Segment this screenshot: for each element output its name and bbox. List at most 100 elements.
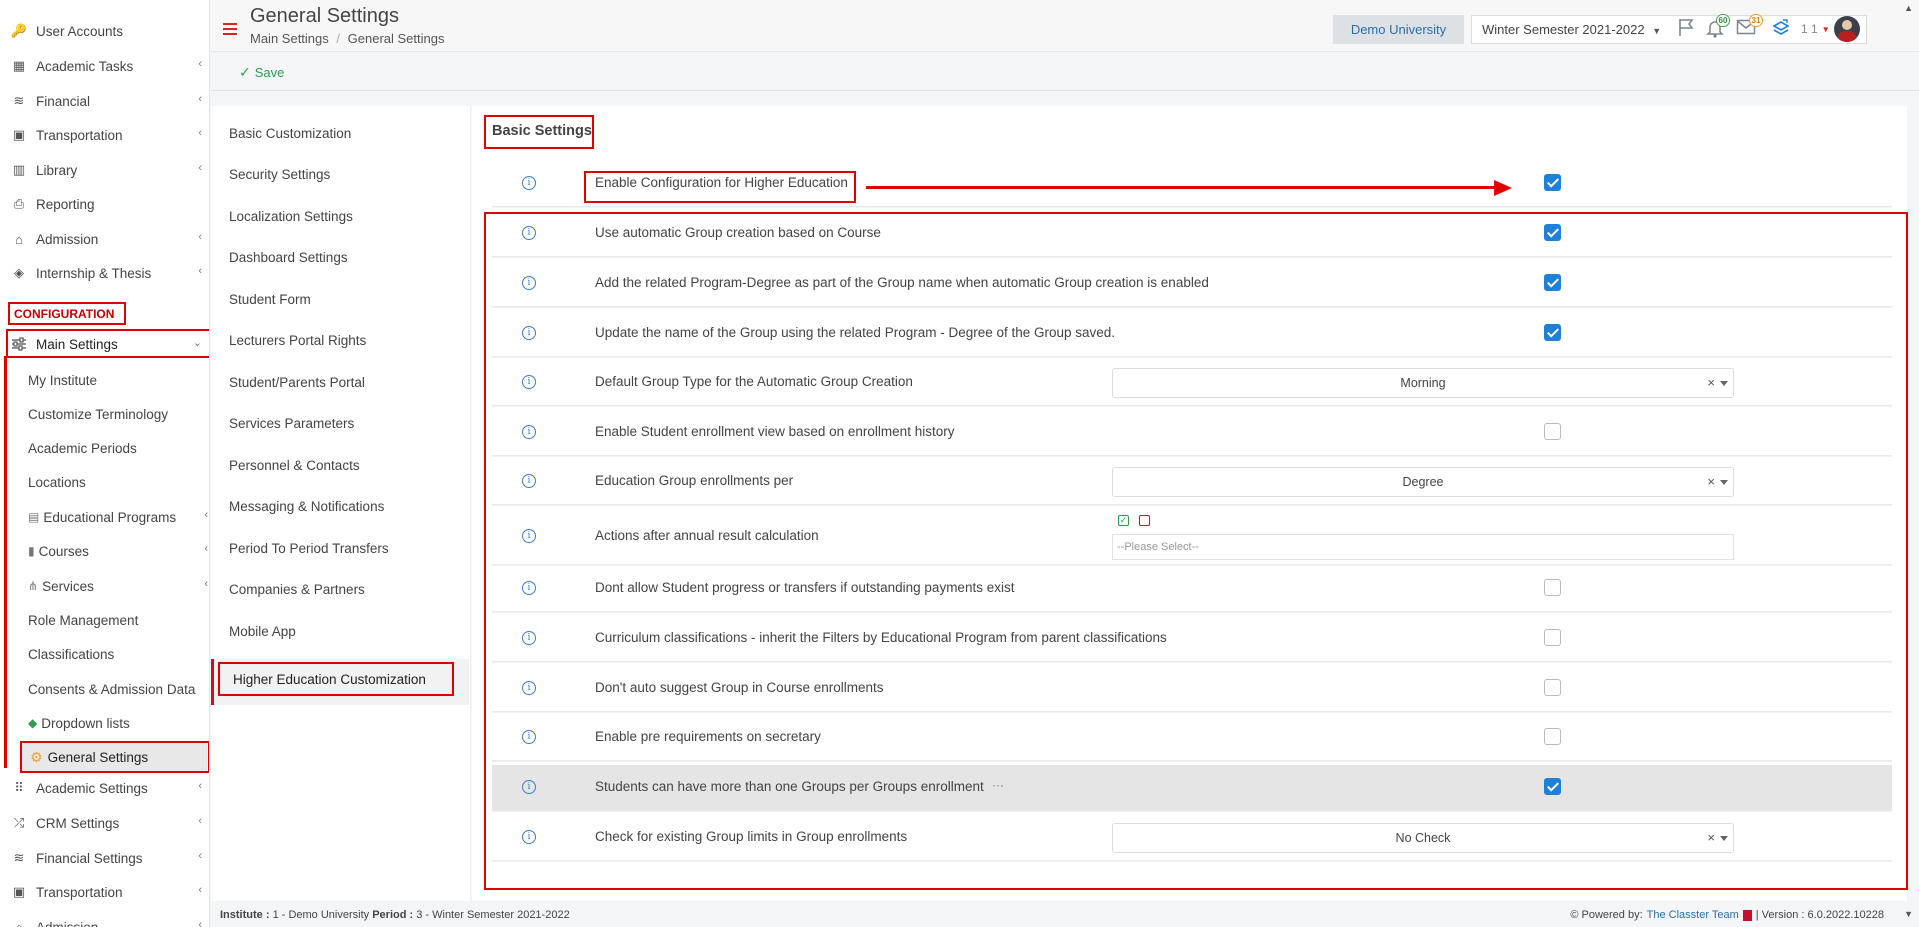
info-icon[interactable]: i: [522, 375, 536, 389]
setting-checkbox[interactable]: [1544, 224, 1561, 241]
sidebar-item-user-accounts[interactable]: 🔑 User Accounts: [0, 14, 209, 48]
settings-nav-item-student-form[interactable]: Student Form: [229, 292, 311, 307]
sidebar-subitem-academic-periods[interactable]: Academic Periods: [28, 431, 208, 465]
footer-powered-by: Powered by:: [1581, 909, 1643, 921]
setting-checkbox[interactable]: [1544, 629, 1561, 646]
info-icon[interactable]: i: [522, 276, 536, 290]
annotation-arrow-head: [1494, 180, 1512, 196]
save-button[interactable]: ✓ Save: [239, 64, 284, 81]
multiselect-input[interactable]: --Please Select--: [1112, 534, 1734, 560]
setting-row: i Dont allow Student progress or transfer…: [492, 566, 1892, 612]
settings-nav-item-companies-partners[interactable]: Companies & Partners: [229, 582, 365, 597]
sidebar-item-transportation[interactable]: ▣ Transportation ‹: [0, 875, 209, 909]
sidebar-subitem-customize-terminology[interactable]: Customize Terminology: [28, 397, 208, 431]
info-icon[interactable]: i: [522, 176, 536, 190]
caret-down-icon: ▼: [1652, 26, 1662, 36]
setting-checkbox[interactable]: [1544, 579, 1561, 596]
sidebar-item-academic-tasks[interactable]: ▦ Academic Tasks ‹: [0, 49, 209, 83]
setting-select[interactable]: Morning ×: [1112, 368, 1734, 398]
settings-nav-item-student-parents-portal[interactable]: Student/Parents Portal: [229, 375, 365, 390]
sidebar-subitem-educational-programs[interactable]: ▤ Educational Programs ‹: [28, 500, 208, 534]
scroll-up-arrow[interactable]: ▲: [1904, 3, 1913, 13]
scroll-down-arrow[interactable]: ▼: [1904, 909, 1913, 919]
info-icon[interactable]: i: [522, 581, 536, 595]
deselect-all-icon[interactable]: [1139, 515, 1150, 526]
sidebar: 🔑 User Accounts ▦ Academic Tasks ‹ ≋ Financial…: [0, 0, 210, 927]
settings-nav-item-localization-settings[interactable]: Localization Settings: [229, 209, 353, 224]
settings-nav-item-services-parameters[interactable]: Services Parameters: [229, 416, 354, 431]
setting-select[interactable]: No Check ×: [1112, 823, 1734, 853]
settings-nav-item-dashboard-settings[interactable]: Dashboard Settings: [229, 250, 348, 265]
sidebar-item-financial[interactable]: ≋ Financial ‹: [0, 84, 209, 118]
sidebar-subitem-dropdown-lists[interactable]: ◆ Dropdown lists: [28, 706, 208, 740]
sidebar-subitem-label: Classifications: [28, 646, 115, 662]
info-icon[interactable]: i: [522, 681, 536, 695]
bank-icon: ⌂: [15, 231, 23, 247]
layers-sync-icon[interactable]: [1771, 17, 1791, 40]
sidebar-item-main-settings[interactable]: Main Settings ⌄: [0, 327, 209, 361]
sidebar-item-admission[interactable]: ⌂ Admission ‹: [0, 222, 209, 256]
sidebar-item-reporting[interactable]: ⎙ Reporting: [0, 187, 209, 221]
sidebar-item-label: CRM Settings: [36, 815, 120, 831]
clear-icon[interactable]: ×: [1707, 474, 1715, 489]
settings-nav-item-security-settings[interactable]: Security Settings: [229, 167, 330, 182]
clear-icon[interactable]: ×: [1707, 375, 1715, 390]
clear-icon[interactable]: ×: [1707, 830, 1715, 845]
setting-checkbox[interactable]: [1544, 679, 1561, 696]
sidebar-item-internship-thesis[interactable]: ◈ Internship & Thesis ‹: [0, 256, 209, 290]
sidebar-item-library[interactable]: ▥ Library ‹: [0, 153, 209, 187]
sidebar-item-crm-settings[interactable]: ⤮ CRM Settings ‹: [0, 806, 209, 840]
info-icon[interactable]: i: [522, 326, 536, 340]
sidebar-subitem-role-management[interactable]: Role Management: [28, 603, 208, 637]
info-icon[interactable]: i: [522, 474, 536, 488]
setting-label: Actions after annual result calculation: [595, 528, 819, 543]
setting-row: i Check for existing Group limits in Grou…: [492, 815, 1892, 861]
sidebar-item-admission[interactable]: ⌂ Admission ‹: [0, 910, 209, 927]
sidebar-subitem-classifications[interactable]: Classifications: [28, 637, 208, 671]
sidebar-item-academic-settings[interactable]: ⠿ Academic Settings ‹: [0, 771, 209, 805]
info-icon[interactable]: i: [522, 631, 536, 645]
setting-select[interactable]: Degree ×: [1112, 467, 1734, 497]
settings-nav-item-mobile-app[interactable]: Mobile App: [229, 624, 296, 639]
settings-nav-item-messaging-notifications[interactable]: Messaging & Notifications: [229, 499, 384, 514]
setting-checkbox[interactable]: [1544, 174, 1561, 191]
sidebar-subitem-consents-admission-data[interactable]: Consents & Admission Data: [28, 672, 208, 706]
sidebar-subitem-courses[interactable]: ▮ Courses ‹: [28, 534, 208, 568]
setting-checkbox[interactable]: [1544, 728, 1561, 745]
setting-checkbox[interactable]: [1544, 324, 1561, 341]
coins-icon: ≋: [13, 93, 25, 108]
sidebar-subitem-services[interactable]: ⋔ Services ‹: [28, 569, 208, 603]
info-icon[interactable]: i: [522, 226, 536, 240]
sidebar-item-financial-settings[interactable]: ≋ Financial Settings ‹: [0, 841, 209, 875]
footer-team-link[interactable]: The Classter Team: [1647, 909, 1739, 921]
sidebar-subitem-locations[interactable]: Locations: [28, 465, 208, 499]
sidebar-subitem-my-institute[interactable]: My Institute: [28, 363, 208, 397]
setting-checkbox[interactable]: [1544, 778, 1561, 795]
flag-icon[interactable]: [1676, 17, 1696, 40]
select-all-icon[interactable]: ✓: [1118, 515, 1129, 526]
settings-nav-item-period-to-period-transfers[interactable]: Period To Period Transfers: [229, 541, 389, 556]
more-dots[interactable]: ···: [992, 778, 1004, 792]
institution-button[interactable]: Demo University: [1333, 15, 1464, 44]
info-icon[interactable]: i: [522, 529, 536, 543]
shuffle-icon: ⤮: [13, 815, 25, 830]
setting-select-value: No Check: [1395, 831, 1451, 845]
info-icon[interactable]: i: [522, 780, 536, 794]
user-menu[interactable]: 1 1 ▼: [1801, 16, 1860, 42]
settings-nav-item-personnel-contacts[interactable]: Personnel & Contacts: [229, 458, 360, 473]
footer-powered: © Powered by: The Classter Team | Versio…: [1570, 909, 1884, 921]
top-bar: General Settings Main Settings / General…: [211, 0, 1919, 52]
notifications-badge: 60: [1716, 14, 1730, 27]
sidebar-item-transportation[interactable]: ▣ Transportation ‹: [0, 118, 209, 152]
hamburger-menu-icon[interactable]: [223, 23, 237, 35]
setting-checkbox[interactable]: [1544, 274, 1561, 291]
chevron-left-icon: ‹: [198, 815, 202, 827]
sidebar-item-general-settings[interactable]: ⚙ General Settings: [22, 743, 207, 771]
info-icon[interactable]: i: [522, 425, 536, 439]
breadcrumb-item[interactable]: Main Settings: [250, 31, 329, 46]
info-icon[interactable]: i: [522, 830, 536, 844]
settings-nav-item-lecturers-portal-rights[interactable]: Lecturers Portal Rights: [229, 333, 366, 348]
info-icon[interactable]: i: [522, 730, 536, 744]
setting-checkbox[interactable]: [1544, 423, 1561, 440]
settings-nav-item-basic-customization[interactable]: Basic Customization: [229, 126, 351, 141]
